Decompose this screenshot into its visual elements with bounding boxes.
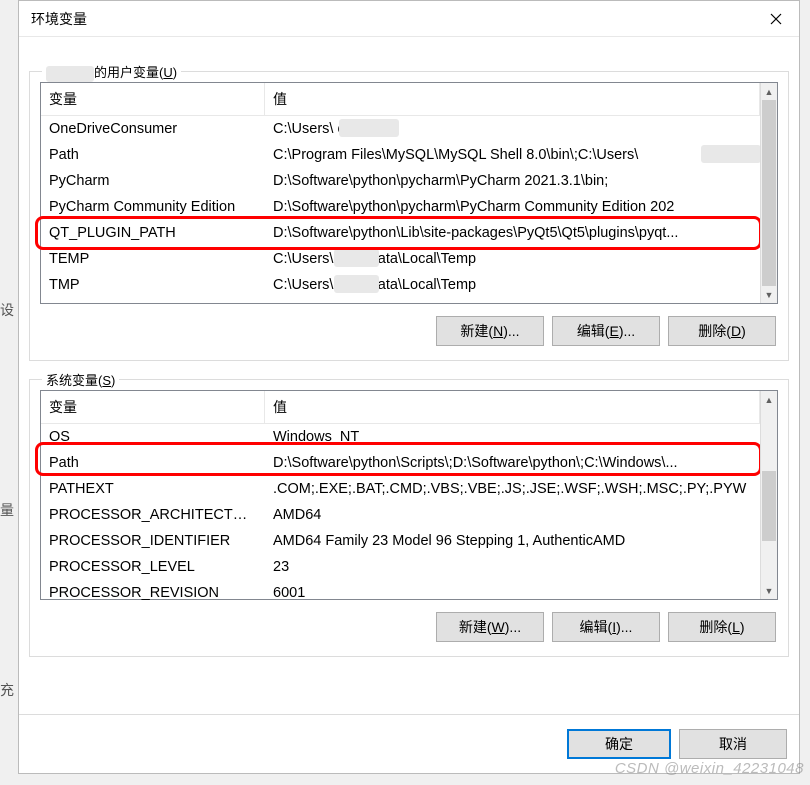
table-row[interactable]: OneDriveConsumerC:\Users\ eDrive [41,116,760,142]
table-row[interactable]: PathC:\Program Files\MySQL\MySQL Shell 8… [41,142,760,168]
user-new-button[interactable]: 新建(N)... [436,316,544,346]
system-new-button[interactable]: 新建(W)... [436,612,544,642]
user-vars-legend: 的用户变量(U) [42,62,181,82]
table-row[interactable]: PROCESSOR_REVISION6001 [41,580,760,606]
scroll-down-icon[interactable]: ▼ [761,286,777,303]
system-vars-legend: 系统变量(S) [42,370,119,389]
scroll-down-icon[interactable]: ▼ [761,582,777,599]
col-value[interactable]: 值 [265,83,760,115]
table-row[interactable]: PyCharmD:\Software\python\pycharm\PyChar… [41,168,760,194]
table-row[interactable]: PROCESSOR_LEVEL23 [41,554,760,580]
user-edit-button[interactable]: 编辑(E)... [552,316,660,346]
col-variable[interactable]: 变量 [41,83,265,115]
table-row[interactable]: QT_PLUGIN_PATHD:\Software\python\Lib\sit… [41,220,760,246]
user-vars-scrollbar[interactable]: ▲ ▼ [760,83,777,303]
table-row[interactable]: TMPC:\Users\ \AppData\Local\Temp [41,272,760,298]
scroll-up-icon[interactable]: ▲ [761,83,777,100]
close-button[interactable] [753,1,799,37]
env-vars-dialog: 环境变量 的用户变量(U) 变量 值 OneDriveConsumerC:\Us… [18,0,800,774]
table-row[interactable]: PROCESSOR_ARCHITECTUREAMD64 [41,502,760,528]
user-vars-list[interactable]: 变量 值 OneDriveConsumerC:\Users\ eDrive Pa… [40,82,778,304]
ok-button[interactable]: 确定 [567,729,671,759]
user-vars-body: OneDriveConsumerC:\Users\ eDrive PathC:\… [41,116,760,298]
title-bar: 环境变量 [19,1,799,37]
table-row[interactable]: PATHEXT.COM;.EXE;.BAT;.CMD;.VBS;.VBE;.JS… [41,476,760,502]
table-row[interactable]: OSWindows_NT [41,424,760,450]
system-edit-button[interactable]: 编辑(I)... [552,612,660,642]
close-icon [770,13,782,25]
user-vars-header: 变量 值 [41,83,760,116]
system-vars-scrollbar[interactable]: ▲ ▼ [760,391,777,599]
system-vars-list[interactable]: 变量 值 OSWindows_NT PathD:\Software\python… [40,390,778,600]
watermark: CSDN @weixin_42231048 [615,760,804,777]
table-row[interactable]: TEMPC:\Users\ \AppData\Local\Temp [41,246,760,272]
system-vars-header: 变量 值 [41,391,760,424]
cancel-button[interactable]: 取消 [679,729,787,759]
scroll-up-icon[interactable]: ▲ [761,391,777,408]
col-value[interactable]: 值 [265,391,760,423]
window-title: 环境变量 [31,9,87,29]
user-delete-button[interactable]: 删除(D) [668,316,776,346]
table-row[interactable]: PyCharm Community EditionD:\Software\pyt… [41,194,760,220]
table-row[interactable]: PROCESSOR_IDENTIFIERAMD64 Family 23 Mode… [41,528,760,554]
system-vars-group: 系统变量(S) 变量 值 OSWindows_NT PathD:\Softwar… [29,379,789,657]
user-vars-group: 的用户变量(U) 变量 值 OneDriveConsumerC:\Users\ … [29,71,789,361]
col-variable[interactable]: 变量 [41,391,265,423]
system-delete-button[interactable]: 删除(L) [668,612,776,642]
system-vars-body: OSWindows_NT PathD:\Software\python\Scri… [41,424,760,606]
table-row[interactable]: PathD:\Software\python\Scripts\;D:\Softw… [41,450,760,476]
